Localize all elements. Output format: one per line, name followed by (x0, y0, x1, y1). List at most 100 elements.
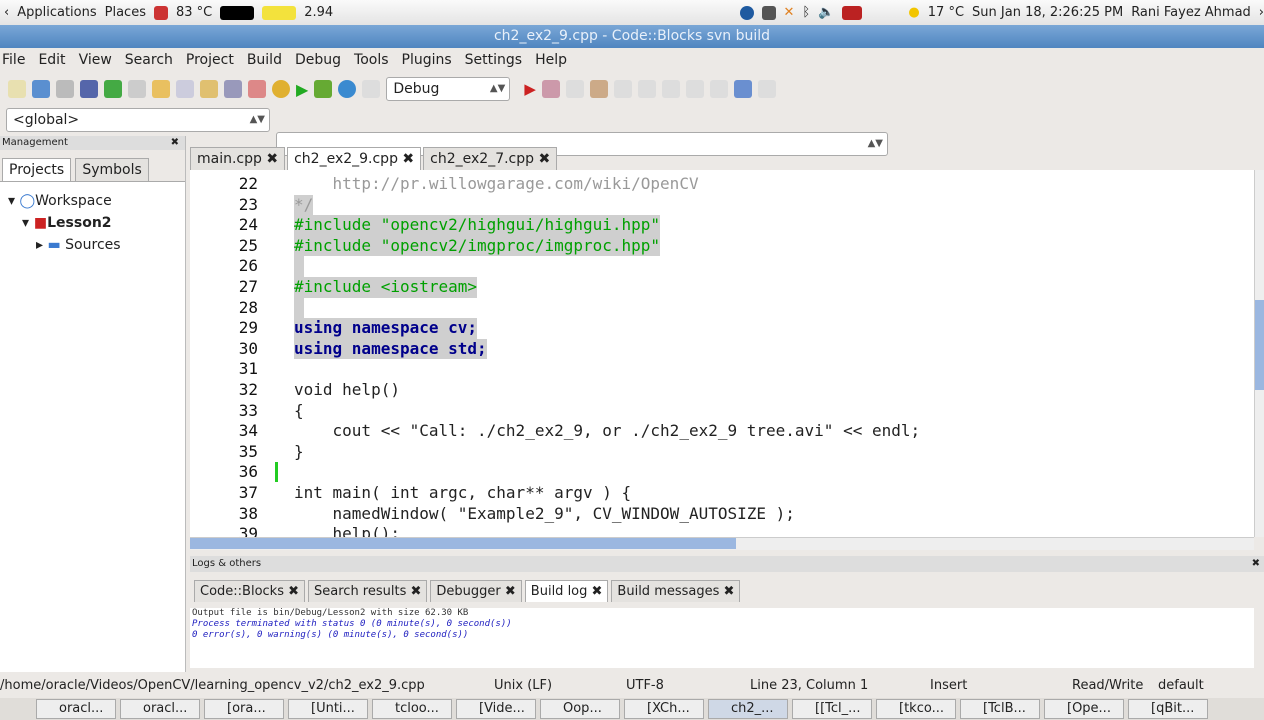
taskbar-item[interactable]: Oop... (540, 699, 620, 719)
menu-file[interactable]: File (2, 52, 25, 68)
step-instruction-icon[interactable] (661, 80, 680, 98)
step-into-icon[interactable] (589, 80, 608, 98)
panel-right-arrow[interactable]: › (1259, 5, 1264, 20)
code-line[interactable]: { (294, 401, 304, 422)
us-flag-icon[interactable] (842, 5, 863, 20)
build-target-select[interactable]: Debug ▲▼ (386, 77, 511, 101)
menu-debug[interactable]: Debug (295, 52, 341, 68)
taskbar-item[interactable]: [Unti... (288, 699, 368, 719)
rebuild-icon[interactable] (338, 80, 357, 98)
taskbar-item[interactable]: [tkco... (876, 699, 956, 719)
bluetooth-icon[interactable]: ᛒ (802, 5, 810, 20)
scope-select[interactable]: <global> ▲▼ (6, 108, 270, 132)
menu-tools[interactable]: Tools (354, 52, 389, 68)
close-icon[interactable]: ✖ (1252, 556, 1260, 572)
applications-menu[interactable]: Applications (17, 5, 96, 20)
code-line[interactable]: #include "opencv2/highgui/highgui.hpp" (294, 215, 661, 236)
crossover-icon[interactable]: ✕ (784, 5, 795, 20)
tab-projects[interactable]: Projects (2, 158, 72, 181)
code-line[interactable]: */ (294, 194, 314, 216)
tree-sources[interactable]: ▸ ▬ Sources (0, 234, 185, 256)
build-run-icon[interactable] (314, 80, 333, 98)
code-line[interactable]: } (294, 442, 304, 463)
paste-icon[interactable] (200, 80, 218, 98)
menu-plugins[interactable]: Plugins (402, 52, 452, 68)
copy-icon[interactable] (176, 80, 194, 98)
panel-left-arrow[interactable]: ‹ (4, 5, 9, 20)
code-line[interactable] (294, 256, 304, 277)
stop-icon[interactable] (709, 80, 728, 98)
expand-arrow-icon[interactable]: ▸ (36, 237, 43, 253)
close-icon[interactable]: ✖ (171, 136, 179, 150)
open-icon[interactable] (32, 80, 50, 98)
taskbar-item[interactable]: oracl... (36, 699, 116, 719)
taskbar-item[interactable]: [Vide... (456, 699, 536, 719)
code-line[interactable]: help(); (294, 524, 400, 537)
code-line[interactable]: #include "opencv2/imgproc/imgproc.hpp" (294, 235, 661, 257)
replace-icon[interactable] (248, 80, 266, 98)
menu-project[interactable]: Project (186, 52, 234, 68)
run-to-cursor-icon[interactable] (541, 80, 560, 98)
code-line[interactable]: using namespace std; (294, 338, 487, 360)
undo-icon[interactable] (104, 80, 122, 98)
volume-icon[interactable]: 🔈 (818, 5, 834, 20)
menu-edit[interactable]: Edit (38, 52, 65, 68)
code-line[interactable]: namedWindow( "Example2_9", CV_WINDOW_AUT… (294, 504, 795, 525)
menu-settings[interactable]: Settings (465, 52, 522, 68)
places-menu[interactable]: Places (105, 5, 146, 20)
collapse-arrow-icon[interactable]: ▾ (8, 193, 15, 209)
close-icon[interactable]: ✖ (266, 151, 278, 167)
menu-build[interactable]: Build (247, 52, 282, 68)
menu-view[interactable]: View (79, 52, 112, 68)
tab-ch2-ex2-9[interactable]: ch2_ex2_9.cpp ✖ (287, 147, 422, 170)
tab-ch2-ex2-7[interactable]: ch2_ex2_7.cpp ✖ (423, 147, 558, 170)
network-icon[interactable] (739, 5, 754, 20)
taskbar-item[interactable]: [Ope... (1044, 699, 1124, 719)
taskbar-item[interactable]: ch2_... (708, 699, 788, 719)
close-icon[interactable]: ✖ (538, 151, 550, 167)
various-info-icon[interactable] (757, 80, 776, 98)
tab-symbols[interactable]: Symbols (75, 158, 149, 181)
menu-search[interactable]: Search (125, 52, 173, 68)
code-line[interactable]: using namespace cv; (294, 318, 478, 339)
code-editor[interactable]: 22 http://pr.willowgarage.com/wiki/OpenC… (190, 170, 1256, 537)
taskbar-item[interactable]: [XCh... (624, 699, 704, 719)
redo-icon[interactable] (128, 80, 146, 98)
code-line[interactable]: int main( int argc, char** argv ) { (294, 483, 631, 504)
tab-build-messages[interactable]: Build messages ✖ (611, 580, 741, 602)
menu-help[interactable]: Help (535, 52, 567, 68)
next-line-icon[interactable] (565, 80, 584, 98)
collapse-arrow-icon[interactable]: ▾ (22, 215, 29, 231)
code-line[interactable]: #include <iostream> (294, 277, 478, 298)
tree-project[interactable]: ▾ ■Lesson2 (0, 212, 185, 234)
step-out-icon[interactable] (613, 80, 632, 98)
build-icon[interactable] (272, 80, 290, 98)
code-line[interactable] (294, 297, 304, 319)
new-file-icon[interactable] (8, 80, 26, 98)
tree-workspace[interactable]: ▾ ◯Workspace (0, 190, 185, 212)
code-line[interactable]: cout << "Call: ./ch2_ex2_9, or ./ch2_ex2… (294, 421, 921, 442)
scroll-thumb[interactable] (1255, 300, 1264, 390)
save-all-icon[interactable] (80, 80, 98, 98)
vertical-scrollbar[interactable] (1254, 170, 1264, 537)
abort-icon[interactable] (362, 80, 381, 98)
user-menu[interactable]: Rani Fayez Ahmad (1131, 5, 1251, 20)
find-icon[interactable] (224, 80, 242, 98)
tab-debugger[interactable]: Debugger ✖ (430, 580, 522, 602)
tab-main-cpp[interactable]: main.cpp ✖ (190, 147, 286, 170)
taskbar-item[interactable]: tcloo... (372, 699, 452, 719)
taskbar-item[interactable]: [ora... (204, 699, 284, 719)
cut-icon[interactable] (152, 80, 170, 98)
taskbar-item[interactable]: [[Tcl_... (792, 699, 872, 719)
debug-windows-icon[interactable] (733, 80, 752, 98)
code-line[interactable]: void help() (294, 380, 400, 401)
tab-codeblocks-log[interactable]: Code::Blocks ✖ (194, 580, 306, 602)
next-instruction-icon[interactable] (637, 80, 656, 98)
pause-icon[interactable] (685, 80, 704, 98)
debug-run-icon[interactable]: ▶ (524, 80, 536, 98)
taskbar-item[interactable]: [TclB... (960, 699, 1040, 719)
clock[interactable]: Sun Jan 18, 2:26:25 PM (972, 5, 1123, 20)
run-icon[interactable]: ▶ (296, 80, 308, 99)
tab-build-log[interactable]: Build log ✖ (524, 580, 609, 602)
scroll-thumb[interactable] (190, 538, 736, 549)
